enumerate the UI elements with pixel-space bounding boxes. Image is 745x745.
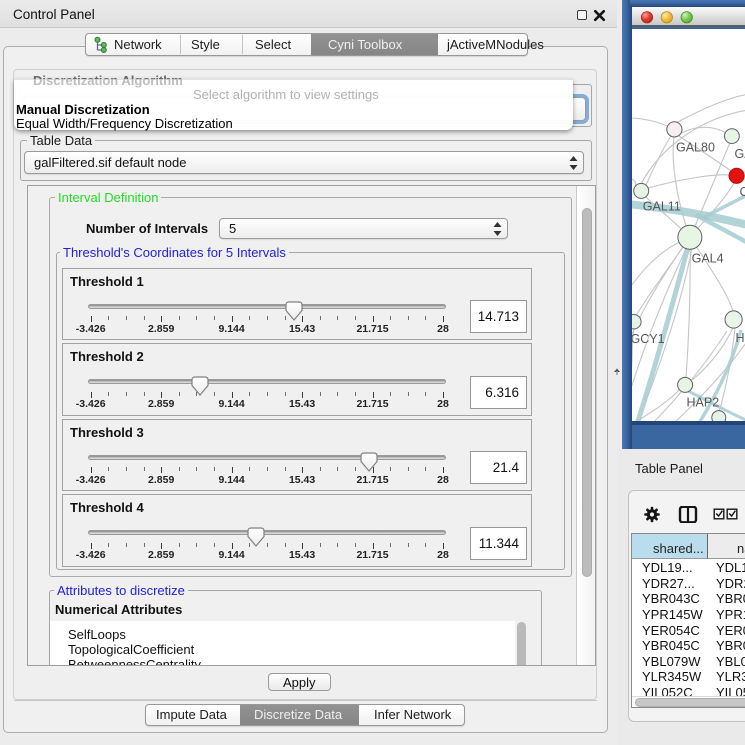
svg-text:HAP2: HAP2 bbox=[687, 395, 720, 409]
svg-text:GAL80: GAL80 bbox=[676, 141, 715, 155]
svg-text:GCY1: GCY1 bbox=[632, 332, 665, 346]
svg-text:GAL11: GAL11 bbox=[643, 200, 681, 214]
svg-text:H: H bbox=[736, 331, 745, 345]
svg-text:GA: GA bbox=[735, 147, 745, 161]
svg-text:CD: CD bbox=[740, 185, 745, 199]
svg-text:GAL4: GAL4 bbox=[692, 252, 724, 266]
